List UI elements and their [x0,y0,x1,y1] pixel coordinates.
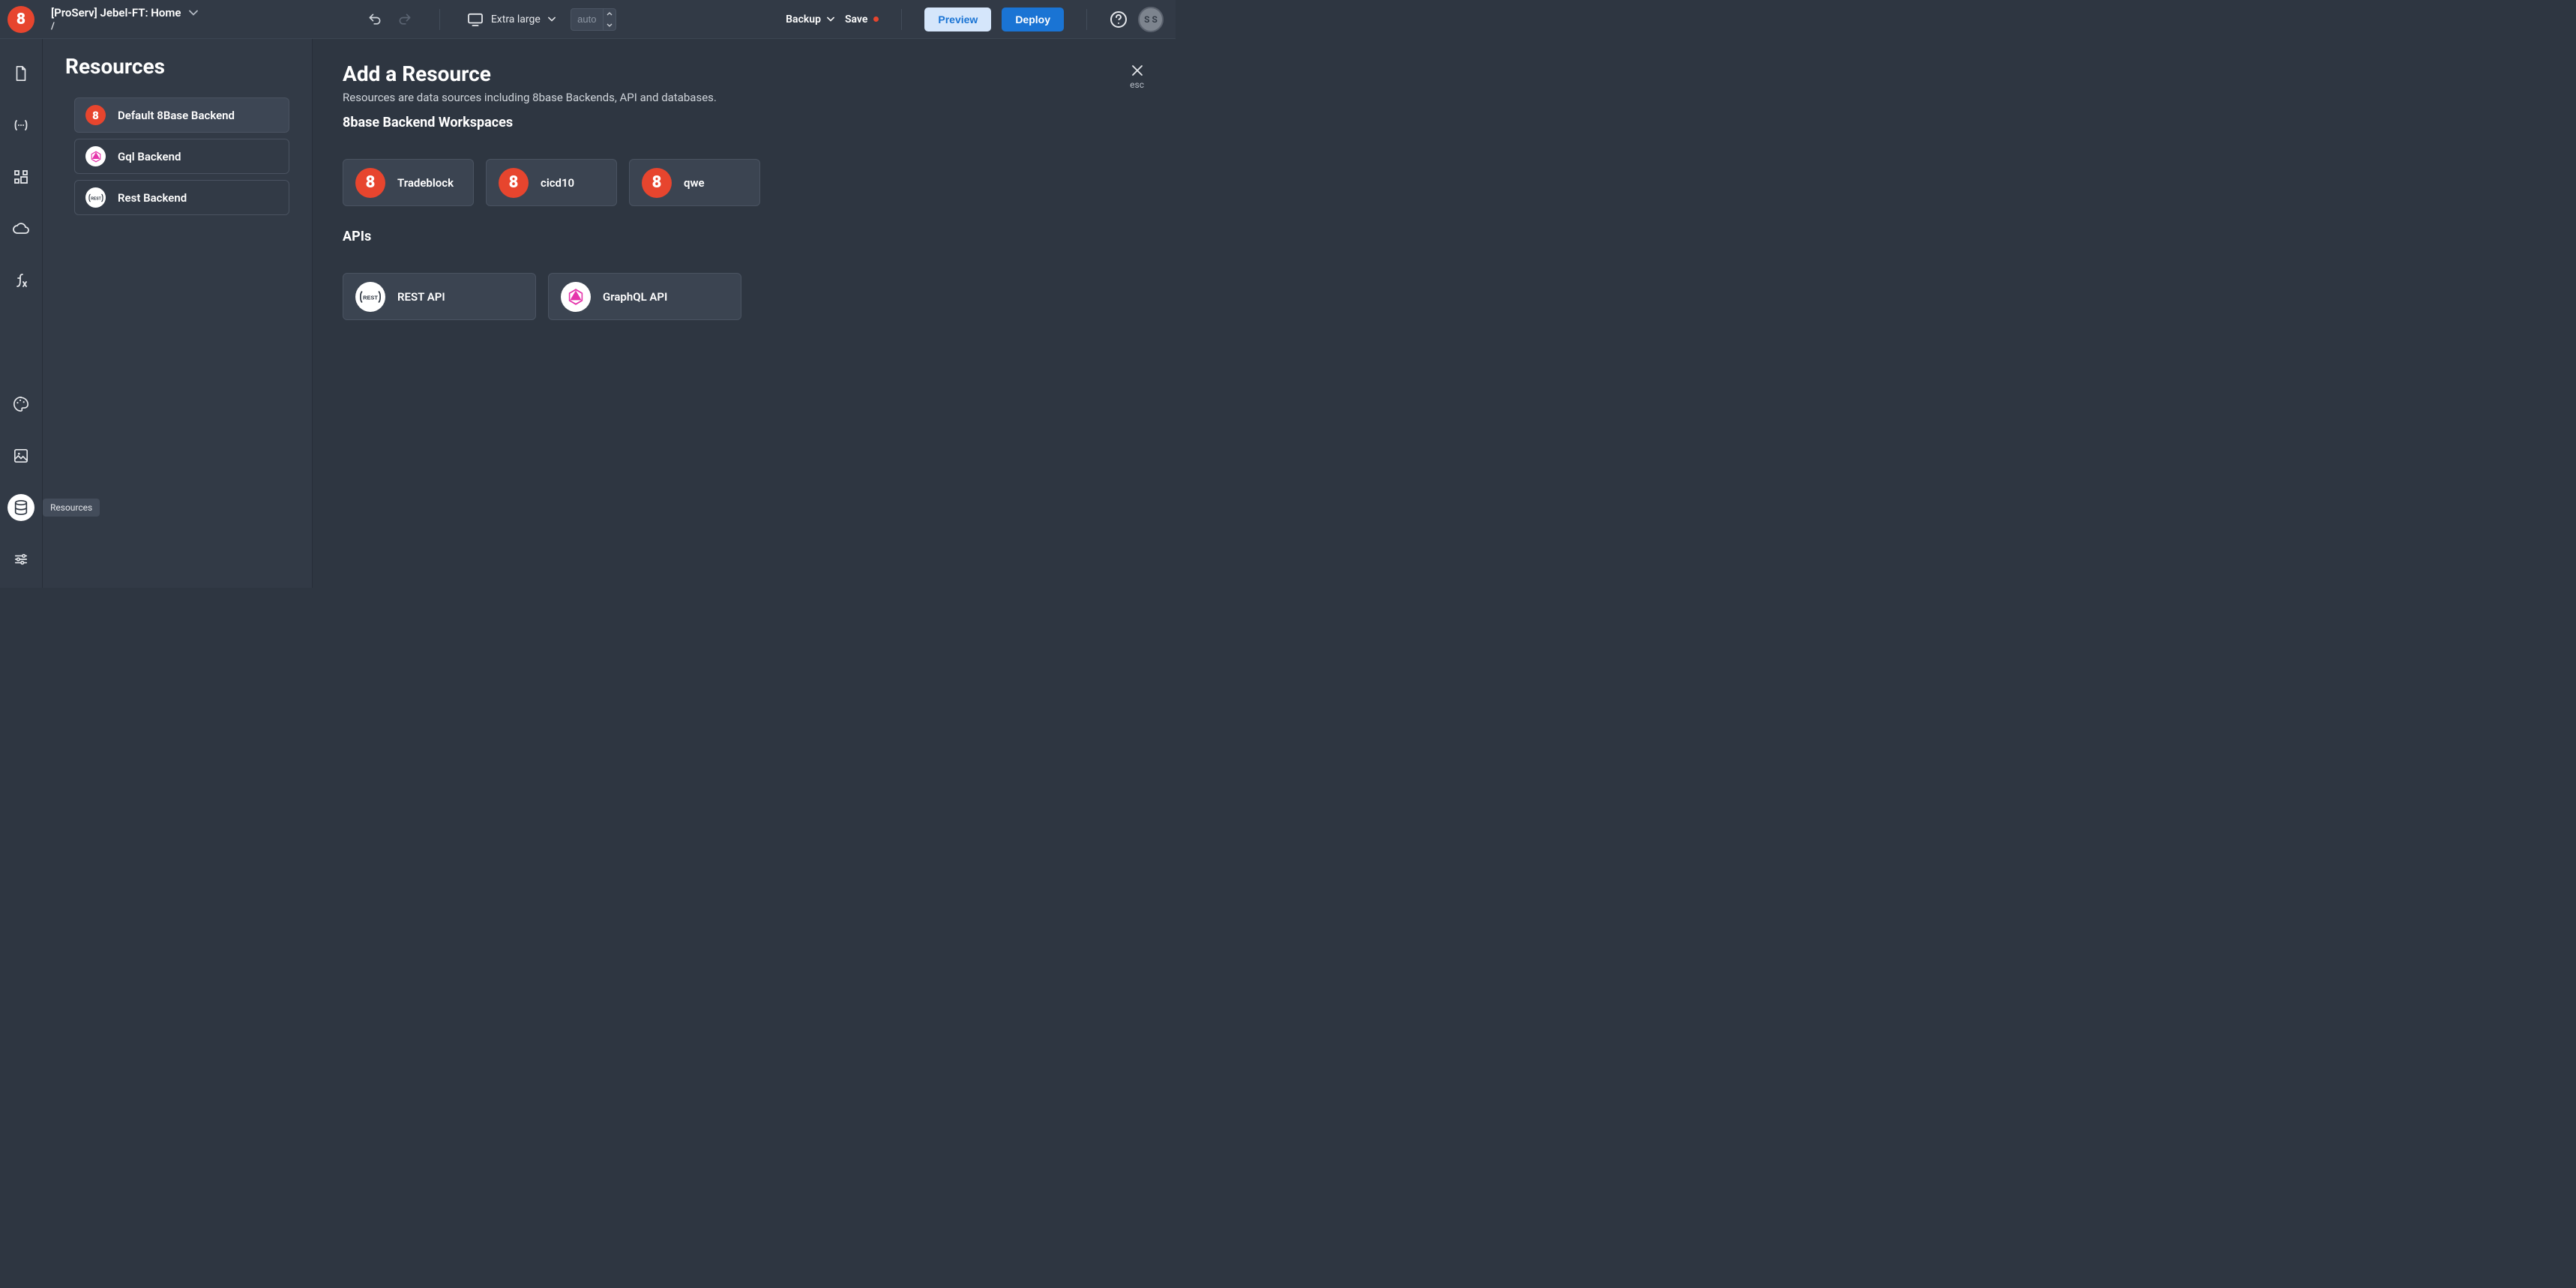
zoom-input[interactable] [571,13,603,25]
close-button[interactable]: esc [1130,64,1144,90]
rail-state-icon[interactable] [7,112,34,139]
close-label: esc [1130,79,1144,90]
rest-icon: REST [85,187,106,208]
chevron-down-icon [827,16,834,22]
graphql-icon [85,146,106,166]
rail-assets-icon[interactable] [7,442,34,469]
monitor-icon [467,13,484,26]
close-icon [1131,64,1143,76]
rail-components-icon[interactable] [7,163,34,190]
rail-settings-icon[interactable] [7,546,34,573]
api-card-rest[interactable]: REST REST API [343,273,536,320]
stepper-up-icon[interactable] [604,8,616,19]
card-label: REST API [397,290,445,304]
svg-text:REST: REST [363,294,378,301]
resource-label: Gql Backend [118,150,181,163]
preview-button[interactable]: Preview [924,7,991,31]
main-content: esc Add a Resource Resources are data so… [313,39,1176,588]
rail-resources-icon[interactable]: Resources [7,494,34,521]
8base-icon: 8 [499,168,529,198]
unsaved-indicator-icon [873,16,879,22]
chevron-down-icon [548,16,556,22]
sidebar-title: Resources [65,54,289,79]
app-logo-icon[interactable]: 8 [7,6,34,33]
content-title: Add a Resource [343,61,1146,86]
card-label: GraphQL API [603,290,667,304]
zoom-stepper[interactable] [571,8,616,31]
breadcrumb-path[interactable]: / [51,21,198,32]
8base-icon: 8 [642,168,672,198]
backup-button[interactable]: Backup [786,13,834,25]
card-label: cicd10 [541,176,574,190]
viewport-label: Extra large [491,13,541,25]
section-apis-title: APIs [343,229,1146,244]
chevron-down-icon[interactable] [189,10,198,16]
card-label: Tradeblock [397,176,454,190]
api-card-graphql[interactable]: GraphQL API [548,273,741,320]
content-subtitle: Resources are data sources including 8ba… [343,91,1146,104]
rail-pages-icon[interactable] [7,60,34,87]
workspace-card-cicd10[interactable]: 8 cicd10 [486,159,617,206]
resource-label: Default 8Base Backend [118,109,235,122]
8base-icon: 8 [85,105,106,125]
rail-tooltip: Resources [43,499,100,517]
rail-functions-icon[interactable] [7,267,34,294]
project-title[interactable]: [ProServ] Jebel-FT: Home [51,6,181,19]
8base-icon: 8 [355,168,385,198]
workspace-card-tradeblock[interactable]: 8 Tradeblock [343,159,474,206]
app-header: 8 [ProServ] Jebel-FT: Home / Extra large [0,0,1176,39]
section-workspaces-title: 8base Backend Workspaces [343,115,1146,130]
redo-icon [397,12,412,27]
undo-icon[interactable] [367,12,382,27]
resource-item-gql-backend[interactable]: Gql Backend [74,139,289,174]
graphql-icon [561,282,591,312]
viewport-selector[interactable]: Extra large [467,13,556,26]
user-avatar[interactable]: S S [1138,7,1164,32]
stepper-down-icon[interactable] [604,19,616,31]
card-label: qwe [684,176,705,190]
deploy-button[interactable]: Deploy [1002,7,1064,31]
resource-item-default-8base[interactable]: 8 Default 8Base Backend [74,97,289,133]
left-rail: Resources [0,39,43,588]
svg-text:REST: REST [91,196,101,201]
rail-cloud-icon[interactable] [7,215,34,242]
workspace-card-qwe[interactable]: 8 qwe [629,159,760,206]
help-icon[interactable] [1110,10,1128,28]
save-button[interactable]: Save [845,13,879,25]
rest-icon: REST [355,282,385,312]
rail-theme-icon[interactable] [7,391,34,418]
resource-item-rest-backend[interactable]: REST Rest Backend [74,180,289,215]
resource-label: Rest Backend [118,191,187,205]
